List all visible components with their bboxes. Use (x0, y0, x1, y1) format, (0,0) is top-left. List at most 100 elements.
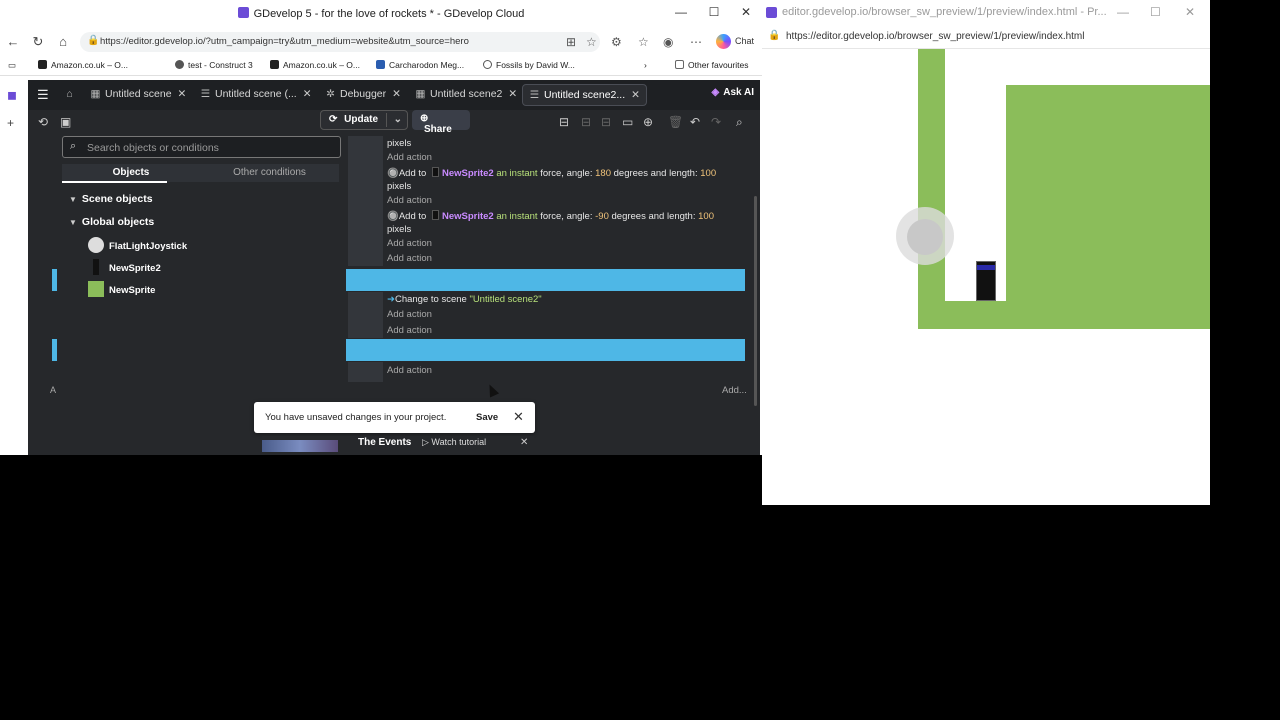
title-bar: editor.gdevelop.io/browser_sw_preview/1/… (762, 0, 1210, 25)
chat-label[interactable]: Chat (735, 36, 754, 46)
undo-icon[interactable]: ↶ (690, 115, 700, 129)
tab-untitled-scene2-events[interactable]: ☰ Untitled scene2... ✕ (522, 84, 647, 106)
action-add-force-minus90[interactable]: 🔘Add to NewSprite2 an instant force, ang… (387, 210, 714, 222)
add-sidebar-icon[interactable]: + (7, 116, 14, 130)
object-item[interactable]: FlatLightJoystick (88, 237, 187, 253)
save-button[interactable]: Save (476, 412, 498, 423)
close-icon[interactable]: ✕ (520, 437, 528, 448)
watch-tutorial-button[interactable]: ▷ Watch tutorial (422, 437, 486, 448)
player-sprite-band (977, 265, 995, 270)
search-icon[interactable]: ⌕ (736, 115, 743, 130)
chevron-down-icon[interactable]: ⌄ (394, 114, 402, 125)
address-bar-row: 🔒 https://editor.gdevelop.io/browser_sw_… (762, 25, 1210, 49)
maximize-icon[interactable]: ☐ (1150, 5, 1161, 19)
url-text[interactable]: https://editor.gdevelop.io/browser_sw_pr… (786, 31, 1085, 42)
update-button[interactable]: ⟳ Update ⌄ (320, 110, 408, 130)
gdevelop-editor: ☰ ⌂ ▦ Untitled scene ✕ ☰ Untitled scene (..… (28, 80, 760, 455)
search-input[interactable] (87, 140, 327, 155)
tab-actions-icon[interactable]: ▭ (8, 60, 16, 71)
globe-icon: ⊕ (420, 113, 429, 124)
group-global-objects[interactable]: ▼ Global objects (69, 216, 154, 228)
add-circle-icon[interactable]: ⊕ (643, 115, 653, 129)
menu-icon[interactable]: ☰ (37, 87, 49, 103)
bookmark-2[interactable]: test - Construct 3 (175, 60, 253, 70)
url-field[interactable]: 🔒 https://editor.gdevelop.io/?utm_campai… (80, 32, 600, 52)
close-icon[interactable]: ✕ (738, 5, 754, 19)
game-canvas[interactable] (762, 49, 1210, 505)
search-field[interactable]: ⌕ (62, 136, 341, 158)
delete-icon[interactable]: 🗑 (668, 115, 683, 129)
add-action-link[interactable]: Add action (387, 253, 432, 264)
lock-icon: 🔒 (87, 35, 100, 46)
force-icon: 🔘 (387, 211, 399, 222)
favorite-star-icon[interactable]: ☆ (586, 35, 597, 49)
add-action-link[interactable]: Add action (387, 195, 432, 206)
copilot-icon[interactable] (716, 34, 731, 49)
home-icon[interactable]: ⌂ (55, 34, 71, 49)
object-item[interactable]: NewSprite (88, 281, 155, 297)
ask-ai-button[interactable]: ◈ Ask AI (712, 87, 754, 98)
close-icon[interactable]: ✕ (1185, 5, 1195, 19)
tab-debugger[interactable]: ✲ Debugger ✕ (319, 84, 407, 106)
add-event-icon[interactable]: ⊟ (559, 115, 569, 129)
group-scene-objects[interactable]: ▼ Scene objects (69, 193, 153, 205)
close-tab-icon[interactable]: ✕ (303, 88, 312, 100)
action-change-scene[interactable]: ➜Change to scene "Untitled scene2" (387, 294, 542, 305)
event-marker (52, 269, 57, 291)
add-group-icon[interactable]: ⊟ (601, 115, 611, 129)
close-icon[interactable]: ✕ (513, 409, 524, 425)
add-subevent-icon[interactable]: ⊟ (581, 115, 591, 129)
comment-icon[interactable]: ▭ (622, 115, 633, 129)
action-add-force-180[interactable]: 🔘Add to NewSprite2 an instant force, ang… (387, 167, 716, 179)
event-separator-bar[interactable] (346, 339, 745, 361)
add-action-link[interactable]: Add action (387, 325, 432, 336)
more-icon[interactable]: ⋯ (690, 35, 702, 49)
tab-untitled-scene-events[interactable]: ☰ Untitled scene (... ✕ (194, 84, 318, 106)
bookmark-5[interactable]: Fossils by David W... (483, 60, 575, 70)
close-tab-icon[interactable]: ✕ (508, 88, 517, 100)
force-icon: 🔘 (387, 168, 399, 179)
close-tab-icon[interactable]: ✕ (178, 88, 187, 100)
bookmark-4[interactable]: Carcharodon Meg... (376, 60, 464, 70)
tutorial-thumbnail[interactable] (262, 440, 338, 452)
share-button[interactable]: ⊕ Share (412, 110, 470, 135)
preview-browser-window: editor.gdevelop.io/browser_sw_preview/1/… (762, 0, 1210, 505)
redo-icon[interactable]: ↷ (711, 115, 721, 129)
add-action-link[interactable]: Add action (387, 238, 432, 249)
close-tab-icon[interactable]: ✕ (392, 88, 401, 100)
preview-icon[interactable]: ⟲ (38, 115, 48, 129)
close-tab-icon[interactable]: ✕ (631, 89, 640, 101)
add-event-link[interactable]: Add... (722, 385, 747, 396)
bookmarks-more-icon[interactable]: › (644, 60, 647, 70)
tab-untitled-scene[interactable]: ▦ Untitled scene ✕ (84, 84, 192, 106)
other-favourites[interactable]: Other favourites (675, 60, 748, 70)
add-action-link[interactable]: Add action (387, 365, 432, 376)
arrow-icon: ➜ (387, 294, 395, 305)
object-item[interactable]: NewSprite2 (88, 259, 161, 275)
extension-icon[interactable]: ⚙ (611, 35, 622, 49)
tab-untitled-scene2[interactable]: ▦ Untitled scene2 ✕ (409, 84, 523, 106)
add-action-link[interactable]: Add action (387, 309, 432, 320)
back-icon[interactable]: ← (5, 34, 21, 49)
tutorial-title: The Events (358, 437, 412, 448)
profile-icon[interactable]: ◉ (663, 35, 673, 49)
gdevelop-sidebar-icon[interactable]: ◼ (7, 88, 17, 102)
wiki-icon (376, 60, 385, 69)
maximize-icon[interactable]: ☐ (706, 5, 722, 19)
apps-icon[interactable]: ⊞ (566, 35, 576, 49)
tab-other-conditions[interactable]: Other conditions (200, 164, 339, 182)
save-icon[interactable]: ▣ (60, 115, 71, 129)
bookmark-3[interactable]: Amazon.co.uk – O... (270, 60, 360, 70)
add-action-link[interactable]: Add action (387, 152, 432, 163)
refresh-icon[interactable]: ↻ (30, 34, 46, 50)
add-link-left[interactable]: A (50, 385, 56, 395)
tab-objects[interactable]: Objects (62, 164, 200, 182)
minimize-icon[interactable]: — (1117, 5, 1129, 19)
tab-home[interactable]: ⌂ (58, 84, 85, 106)
events-scrollbar[interactable] (754, 196, 757, 406)
event-separator-bar[interactable] (346, 269, 745, 291)
joystick-thumb[interactable] (907, 219, 943, 255)
favorites-icon[interactable]: ☆ (638, 35, 649, 49)
bookmark-1[interactable]: Amazon.co.uk – O... (38, 60, 128, 70)
minimize-icon[interactable]: — (673, 5, 689, 19)
